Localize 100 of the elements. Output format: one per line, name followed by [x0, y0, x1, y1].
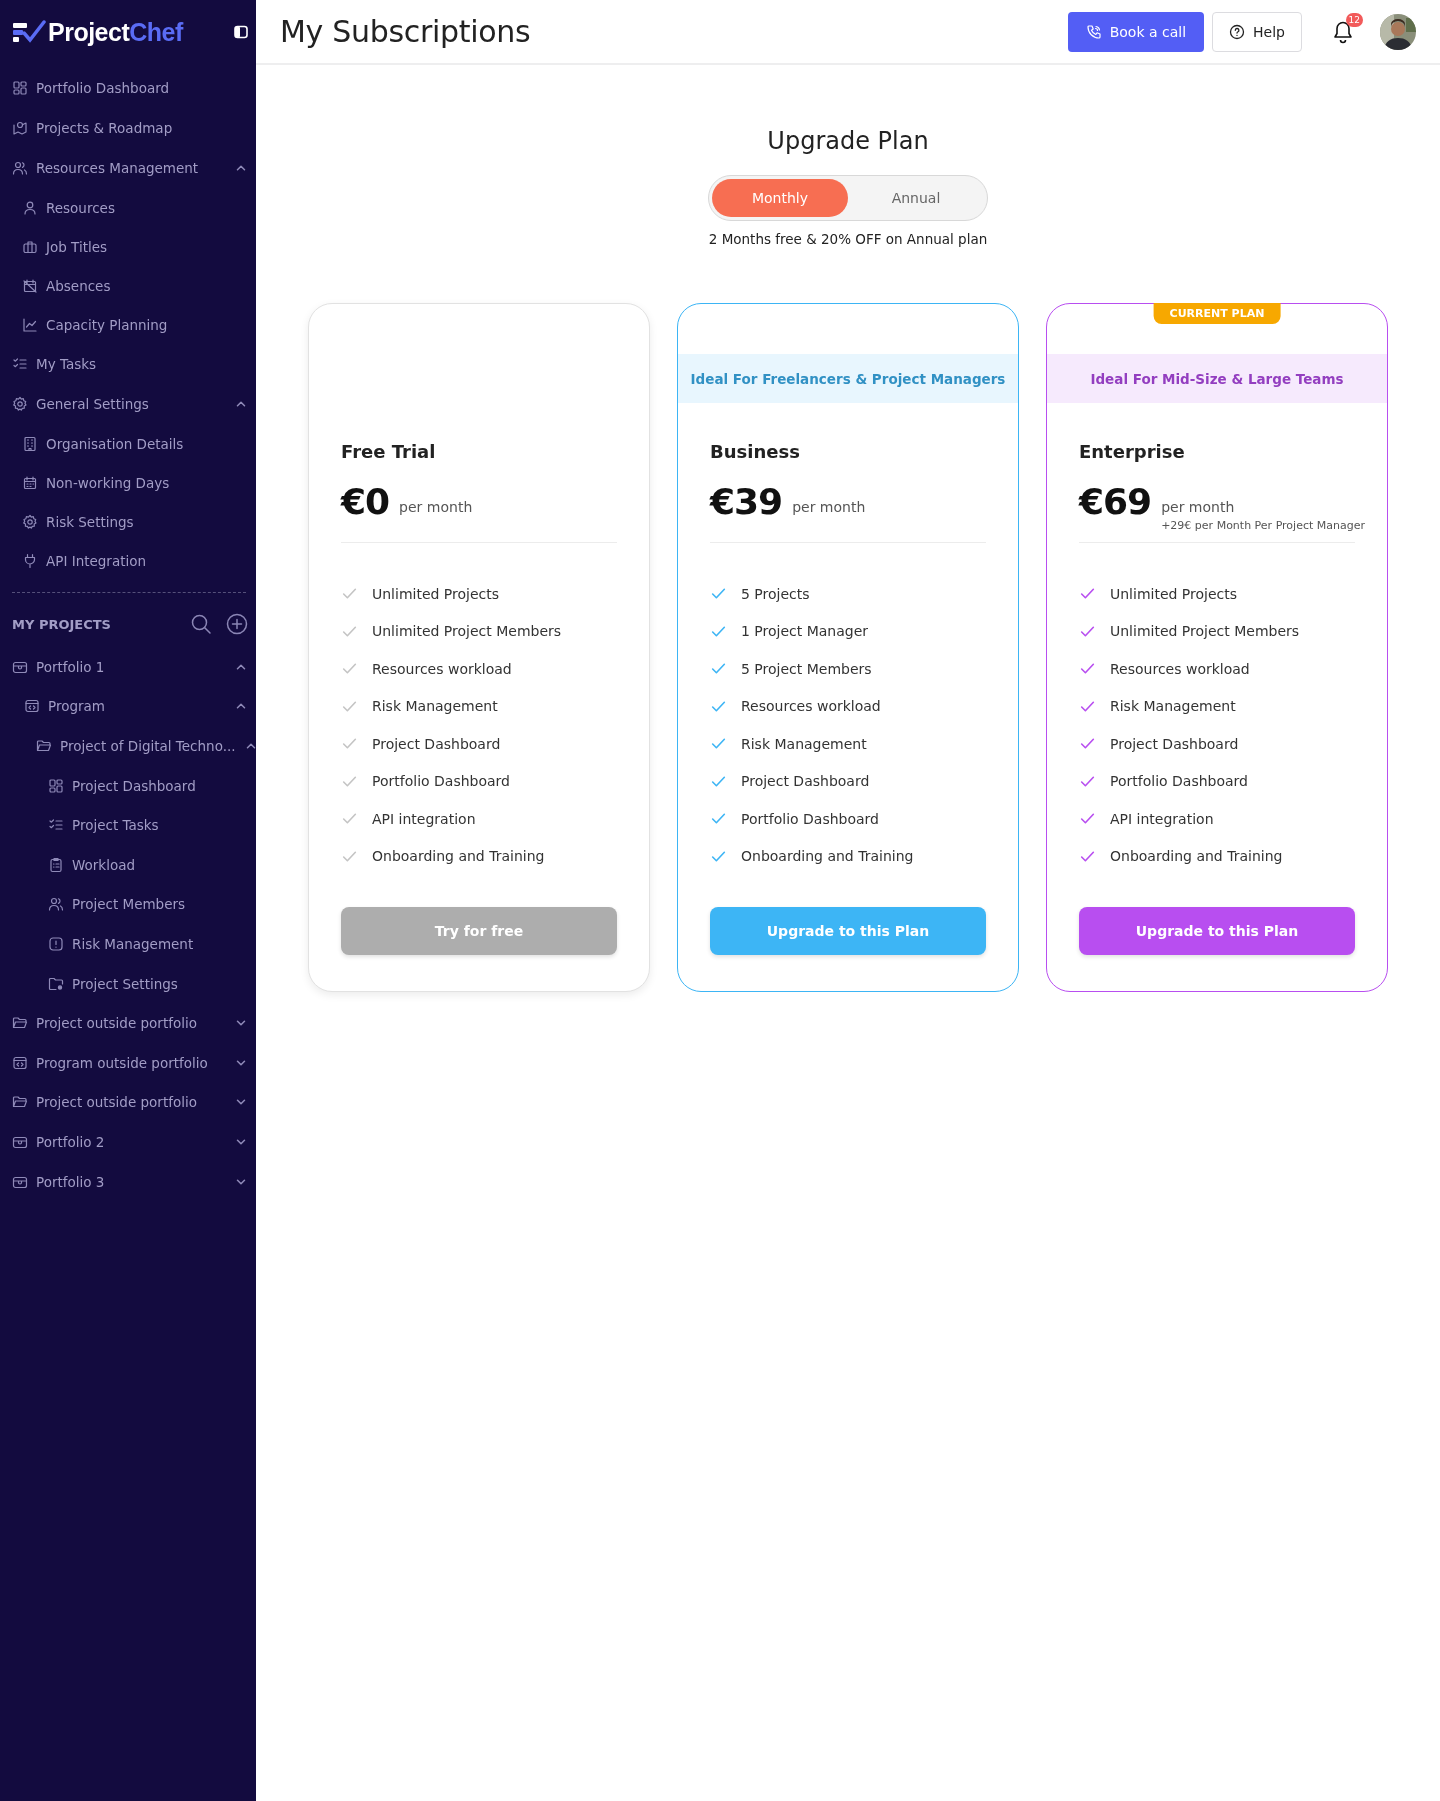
calendar-off-icon	[22, 277, 38, 294]
feature-text: Unlimited Project Members	[372, 623, 562, 640]
nav-subitem[interactable]: Organisation Details	[0, 424, 256, 463]
current-plan-badge: CURRENT PLAN	[1153, 303, 1281, 324]
nav-subitem[interactable]: Absences	[0, 266, 256, 305]
page-title: My Subscriptions	[280, 14, 531, 49]
nav-subitem[interactable]: Risk Settings	[0, 502, 256, 541]
nav-label: General Settings	[36, 396, 150, 412]
dashboard-icon	[48, 777, 64, 794]
nav-subitem[interactable]: Non-working Days	[0, 463, 256, 502]
nav-subitem[interactable]: Job Titles	[0, 227, 256, 266]
clipboard-icon	[48, 856, 64, 873]
nav-subitem[interactable]: Resources	[0, 188, 256, 227]
project-tree-item[interactable]: Project outside portfolio	[0, 1082, 256, 1123]
project-tree-label: Portfolio 3	[36, 1173, 106, 1190]
nav-label: Projects & Roadmap	[36, 120, 174, 136]
nav-item[interactable]: My Tasks	[0, 344, 256, 384]
price-period: per month	[399, 499, 473, 515]
nav-label: My Tasks	[36, 356, 98, 372]
nav-label: Resources	[46, 199, 116, 216]
sidebar-toggle-icon[interactable]	[234, 25, 248, 39]
project-tree-item[interactable]: Program	[0, 686, 256, 727]
nav-subitem[interactable]: Capacity Planning	[0, 305, 256, 344]
user-icon	[22, 199, 38, 216]
project-tree-label: Project Tasks	[72, 817, 160, 834]
project-tree-label: Project outside portfolio	[36, 1015, 198, 1032]
project-tree-item[interactable]: Project Dashboard	[0, 765, 256, 806]
help-button[interactable]: Help	[1212, 11, 1302, 52]
nav-label: Job Titles	[46, 238, 109, 255]
project-tree-item[interactable]: Project Settings	[0, 963, 256, 1004]
project-tree-label: Project Members	[72, 896, 187, 913]
nav-label: Capacity Planning	[46, 316, 169, 333]
plug-icon	[22, 552, 38, 569]
feature-text: API integration	[1110, 810, 1214, 827]
plan-button[interactable]: Upgrade to this Plan	[1079, 907, 1355, 955]
project-tree-label: Project Dashboard	[72, 777, 197, 794]
plan-name: Business	[710, 441, 801, 462]
calendar-icon	[22, 474, 38, 491]
project-tree-item[interactable]: Workload	[0, 844, 256, 885]
briefcase-icon	[22, 238, 38, 255]
price-period: per month	[792, 499, 866, 515]
feature-text: Unlimited Projects	[372, 585, 500, 602]
section-title: Upgrade Plan	[767, 127, 929, 155]
project-tree-item[interactable]: Project of Digital Techno...	[0, 726, 256, 766]
plan-price: €39	[710, 482, 783, 522]
search-icon[interactable]	[190, 613, 212, 635]
billing-option[interactable]: Annual	[848, 179, 984, 217]
project-tree-label: Project of Digital Techno...	[60, 738, 236, 754]
nav-label: Risk Settings	[46, 513, 135, 530]
project-tree-item[interactable]: Project outside portfolio	[0, 1003, 256, 1043]
project-tree-item[interactable]: Portfolio 3	[0, 1161, 256, 1202]
nav-label: API Integration	[46, 552, 148, 569]
feature-text: 5 Project Members	[741, 660, 872, 677]
plan-price: €0	[341, 482, 390, 522]
nav-subitem[interactable]: API Integration	[0, 541, 256, 580]
program-icon	[12, 1054, 28, 1071]
map-icon	[12, 120, 28, 136]
gear-icon	[12, 396, 28, 412]
members-icon	[48, 896, 64, 913]
price-extra: +29€ per Month Per Project Manager	[1161, 519, 1365, 532]
plan-tagline: Ideal For Mid-Size & Large Teams	[1047, 354, 1387, 403]
project-tree-item[interactable]: Portfolio 1	[0, 647, 256, 687]
nav-item[interactable]: Resources Management	[0, 148, 256, 188]
nav-item[interactable]: General Settings	[0, 384, 256, 424]
project-tree-label: Program outside portfolio	[36, 1054, 209, 1071]
feature-text: Risk Management	[372, 698, 498, 715]
book-call-button[interactable]: Book a call	[1067, 11, 1205, 52]
add-icon[interactable]	[226, 613, 248, 635]
feature-text: Onboarding and Training	[741, 848, 914, 865]
project-tree-item[interactable]: Risk Management	[0, 924, 256, 964]
notification-count: 12	[1345, 12, 1363, 27]
nav-label: Absences	[46, 277, 112, 294]
plan-price: €69	[1079, 482, 1152, 522]
plan-name: Free Trial	[341, 441, 437, 462]
plan-name: Enterprise	[1079, 441, 1186, 462]
feature-text: Project Dashboard	[741, 773, 870, 790]
feature-text: Resources workload	[372, 660, 512, 677]
project-tree-label: Portfolio 2	[36, 1133, 106, 1150]
project-tree-item[interactable]: Project Members	[0, 884, 256, 925]
feature-text: API integration	[372, 810, 476, 827]
phone-icon	[1085, 23, 1102, 40]
tasks-icon	[12, 356, 28, 372]
nav-label: Resources Management	[36, 160, 200, 176]
price-period: per month	[1161, 499, 1236, 515]
feature-text: Project Dashboard	[1110, 735, 1239, 752]
app-logo[interactable]: ProjectChef	[12, 17, 183, 47]
project-tree-label: Portfolio 1	[36, 658, 106, 675]
feature-text: Resources workload	[741, 698, 881, 715]
feature-text: Portfolio Dashboard	[372, 773, 510, 790]
feature-text: Risk Management	[741, 735, 867, 752]
nav-item[interactable]: Projects & Roadmap	[0, 108, 256, 148]
project-tree-item[interactable]: Portfolio 2	[0, 1122, 256, 1162]
nav-item[interactable]: Portfolio Dashboard	[0, 68, 256, 108]
feature-text: Resources workload	[1110, 660, 1250, 677]
nav-label: Portfolio Dashboard	[36, 80, 171, 96]
feature-text: Project Dashboard	[372, 735, 501, 752]
feature-text: Portfolio Dashboard	[741, 810, 879, 827]
project-tree-item[interactable]: Project Tasks	[0, 805, 256, 845]
nav-label: Organisation Details	[46, 435, 185, 452]
project-tree-item[interactable]: Program outside portfolio	[0, 1042, 256, 1083]
